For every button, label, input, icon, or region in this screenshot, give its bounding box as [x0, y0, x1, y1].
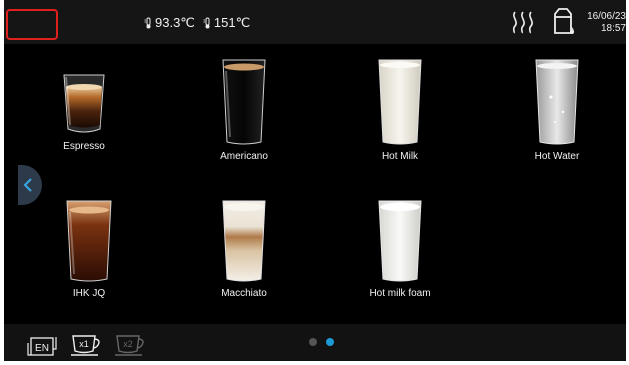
- thermometer-icon: [203, 17, 210, 29]
- hot-water-glass-icon: [535, 59, 579, 145]
- drink-label: Americano: [220, 151, 268, 162]
- status-bar: 93.3℃ 151℃ 16/06/23 18:57: [4, 0, 626, 44]
- temperature-readouts: 93.3℃ 151℃: [144, 15, 250, 31]
- single-cup-button[interactable]: x1: [70, 333, 104, 357]
- date-text: 16/06/23: [587, 11, 626, 22]
- macchiato-glass-icon: [222, 200, 266, 282]
- boiler-temperature: 93.3℃: [144, 15, 195, 31]
- drink-label: Hot Milk: [381, 151, 419, 162]
- hot-milk-foam-glass-icon: [378, 200, 422, 282]
- drink-label: Hot milk foam: [369, 288, 431, 299]
- page-indicator: [309, 338, 334, 346]
- double-cup-label: x2: [123, 339, 133, 349]
- hot-milk-glass-icon: [378, 59, 422, 145]
- selected-area-highlight[interactable]: [6, 9, 58, 40]
- drink-label: IHK JQ: [72, 288, 106, 299]
- drink-hot-milk-foam[interactable]: Hot milk foam: [340, 198, 460, 299]
- milk-carton-icon[interactable]: [551, 8, 575, 36]
- language-label: EN: [35, 343, 49, 354]
- temp1-value: 93.3℃: [155, 15, 195, 30]
- drink-label: Hot Water: [534, 151, 580, 162]
- time-text: 18:57: [600, 23, 626, 34]
- single-cup-label: x1: [79, 339, 89, 349]
- drink-ihk-jq[interactable]: IHK JQ: [29, 198, 149, 299]
- language-button[interactable]: EN: [27, 335, 57, 357]
- drink-hot-milk[interactable]: Hot Milk: [340, 57, 460, 162]
- page-dot-2[interactable]: [326, 338, 334, 346]
- americano-glass-icon: [222, 59, 266, 145]
- steam-temperature: 151℃: [203, 15, 250, 31]
- drink-label: Espresso: [63, 141, 105, 152]
- page-dot-1[interactable]: [309, 338, 317, 346]
- date-time: 16/06/23 18:57: [582, 11, 626, 35]
- coffee-machine-screen: 93.3℃ 151℃ 16/06/23 18:57 Espresso Ameri…: [4, 0, 626, 361]
- ihk-jq-glass-icon: [66, 200, 112, 282]
- heating-icon[interactable]: [509, 10, 539, 34]
- chevron-left-icon: [23, 178, 32, 192]
- temp2-value: 151℃: [213, 15, 251, 30]
- drink-hot-water[interactable]: Hot Water: [497, 57, 617, 162]
- thermometer-icon: [144, 17, 151, 29]
- drink-espresso[interactable]: Espresso: [24, 67, 144, 152]
- double-cup-button[interactable]: x2: [114, 333, 148, 357]
- espresso-glass-icon: [63, 74, 105, 133]
- drink-americano[interactable]: Americano: [184, 57, 304, 162]
- drink-macchiato[interactable]: Macchiato: [184, 198, 304, 299]
- drink-label: Macchiato: [221, 288, 267, 299]
